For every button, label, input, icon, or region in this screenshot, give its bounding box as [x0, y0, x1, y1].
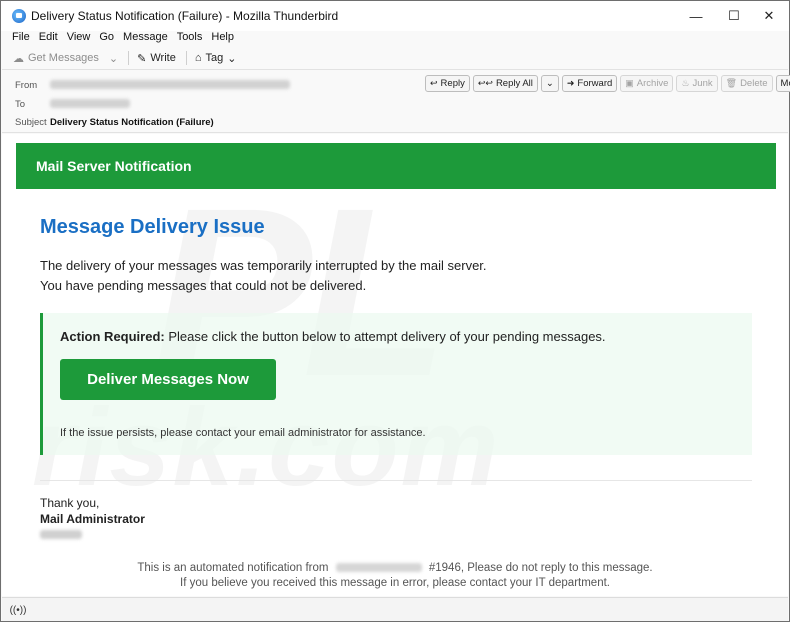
action-required-text: Action Required: Please click the button…	[60, 329, 606, 344]
persist-note: If the issue persists, please contact yo…	[60, 427, 426, 439]
reply-all-button[interactable]: ↩↩ Reply All	[472, 75, 538, 92]
tag-button[interactable]: ⌂ Tag ⌄	[195, 52, 241, 65]
to-label: To	[15, 99, 26, 110]
tag-icon: ⌂	[194, 52, 202, 64]
menu-edit[interactable]: Edit	[39, 31, 58, 47]
action-required-message: Please click the button below to attempt…	[164, 329, 606, 344]
action-required-box: Action Required: Please click the button…	[40, 313, 752, 455]
forward-label: Forward	[577, 78, 613, 89]
chevron-down-icon: ⌄	[227, 52, 237, 65]
title-bar: Delivery Status Notification (Failure) -…	[1, 1, 789, 31]
closing-thanks: Thank you,	[40, 496, 100, 510]
footer-suffix: #1946, Please do not reply to this messa…	[428, 562, 653, 574]
email-heading: Message Delivery Issue	[40, 216, 265, 238]
menu-bar: File Edit View Go Message Tools Help	[1, 31, 789, 47]
get-messages-label: Get Messages	[28, 52, 99, 64]
archive-label: Archive	[636, 78, 669, 89]
signature-name: Mail Administrator	[40, 512, 145, 526]
junk-icon: ♨	[681, 78, 690, 88]
reply-label: Reply	[440, 78, 465, 89]
toolbar-separator	[185, 51, 187, 65]
menu-help[interactable]: Help	[211, 31, 234, 47]
forward-button[interactable]: ➜ Forward	[561, 75, 618, 92]
forward-icon: ➜	[566, 78, 575, 88]
message-actions: ↩ Reply ↩↩ Reply All ⌄ ➜ Forward ▣ Archi…	[425, 75, 790, 92]
thunderbird-icon	[12, 9, 26, 23]
reply-all-label: Reply All	[495, 78, 533, 89]
close-button[interactable]: ✕	[746, 1, 790, 31]
banner-title: Mail Server Notification	[36, 158, 192, 174]
more-label: More	[780, 78, 790, 89]
footer-prefix: This is an automated notification from	[137, 562, 329, 574]
tag-label: Tag	[205, 52, 224, 64]
body-line-1: The delivery of your messages was tempor…	[40, 258, 487, 273]
from-label: From	[15, 80, 38, 91]
message-header: From To Subject Delivery Status Notifica…	[2, 69, 790, 133]
junk-label: Junk	[692, 78, 713, 89]
action-required-label: Action Required:	[60, 329, 165, 344]
notification-banner: Mail Server Notification	[16, 143, 776, 189]
reply-button[interactable]: ↩ Reply	[425, 75, 470, 92]
get-messages-dropdown-icon[interactable]: ⌄	[109, 52, 118, 65]
more-button[interactable]: More ⌄	[775, 75, 790, 92]
footer-line-1: This is an automated notification from #…	[2, 562, 788, 574]
main-toolbar: ☁ Get Messages ⌄ ✎ Write ⌂ Tag ⌄	[1, 48, 789, 68]
get-messages-button[interactable]: ☁ Get Messages	[13, 52, 99, 65]
archive-button[interactable]: ▣ Archive	[620, 75, 674, 92]
message-body: PL risk.com Mail Server Notification Mes…	[2, 134, 788, 596]
write-label: Write	[150, 52, 176, 64]
footer-line-2: If you believe you received this message…	[180, 577, 610, 589]
junk-button[interactable]: ♨ Junk	[676, 75, 718, 92]
trash-icon: 🗑	[725, 78, 738, 88]
menu-view[interactable]: View	[67, 31, 91, 47]
toolbar-separator	[128, 51, 130, 65]
reply-all-dropdown[interactable]: ⌄	[540, 75, 559, 92]
subject-value: Delivery Status Notification (Failure)	[50, 117, 214, 128]
from-value-redacted	[50, 80, 290, 89]
menu-message[interactable]: Message	[123, 31, 168, 47]
activity-icon[interactable]: ((•))	[10, 602, 27, 618]
window-title: Delivery Status Notification (Failure) -…	[31, 9, 339, 23]
subject-label: Subject	[15, 117, 47, 128]
body-line-2: You have pending messages that could not…	[40, 278, 367, 293]
cloud-download-icon: ☁	[13, 52, 24, 65]
write-button[interactable]: ✎ Write	[137, 52, 176, 65]
to-value-redacted	[50, 99, 130, 108]
deliver-messages-button[interactable]: Deliver Messages Now	[60, 359, 276, 400]
menu-file[interactable]: File	[12, 31, 30, 47]
reply-icon: ↩	[430, 78, 438, 88]
status-bar: ((•))	[2, 597, 788, 621]
menu-go[interactable]: Go	[99, 31, 114, 47]
chevron-down-icon: ⌄	[545, 78, 554, 89]
delete-label: Delete	[740, 78, 768, 89]
pencil-icon: ✎	[137, 52, 147, 65]
signature-redacted	[40, 530, 82, 539]
footer-redacted	[335, 563, 422, 573]
archive-icon: ▣	[625, 78, 634, 88]
divider	[40, 480, 752, 481]
menu-tools[interactable]: Tools	[177, 31, 203, 47]
reply-all-icon: ↩↩	[477, 78, 493, 88]
delete-button[interactable]: 🗑 Delete	[720, 75, 773, 92]
thunderbird-window: Delivery Status Notification (Failure) -…	[0, 0, 790, 622]
